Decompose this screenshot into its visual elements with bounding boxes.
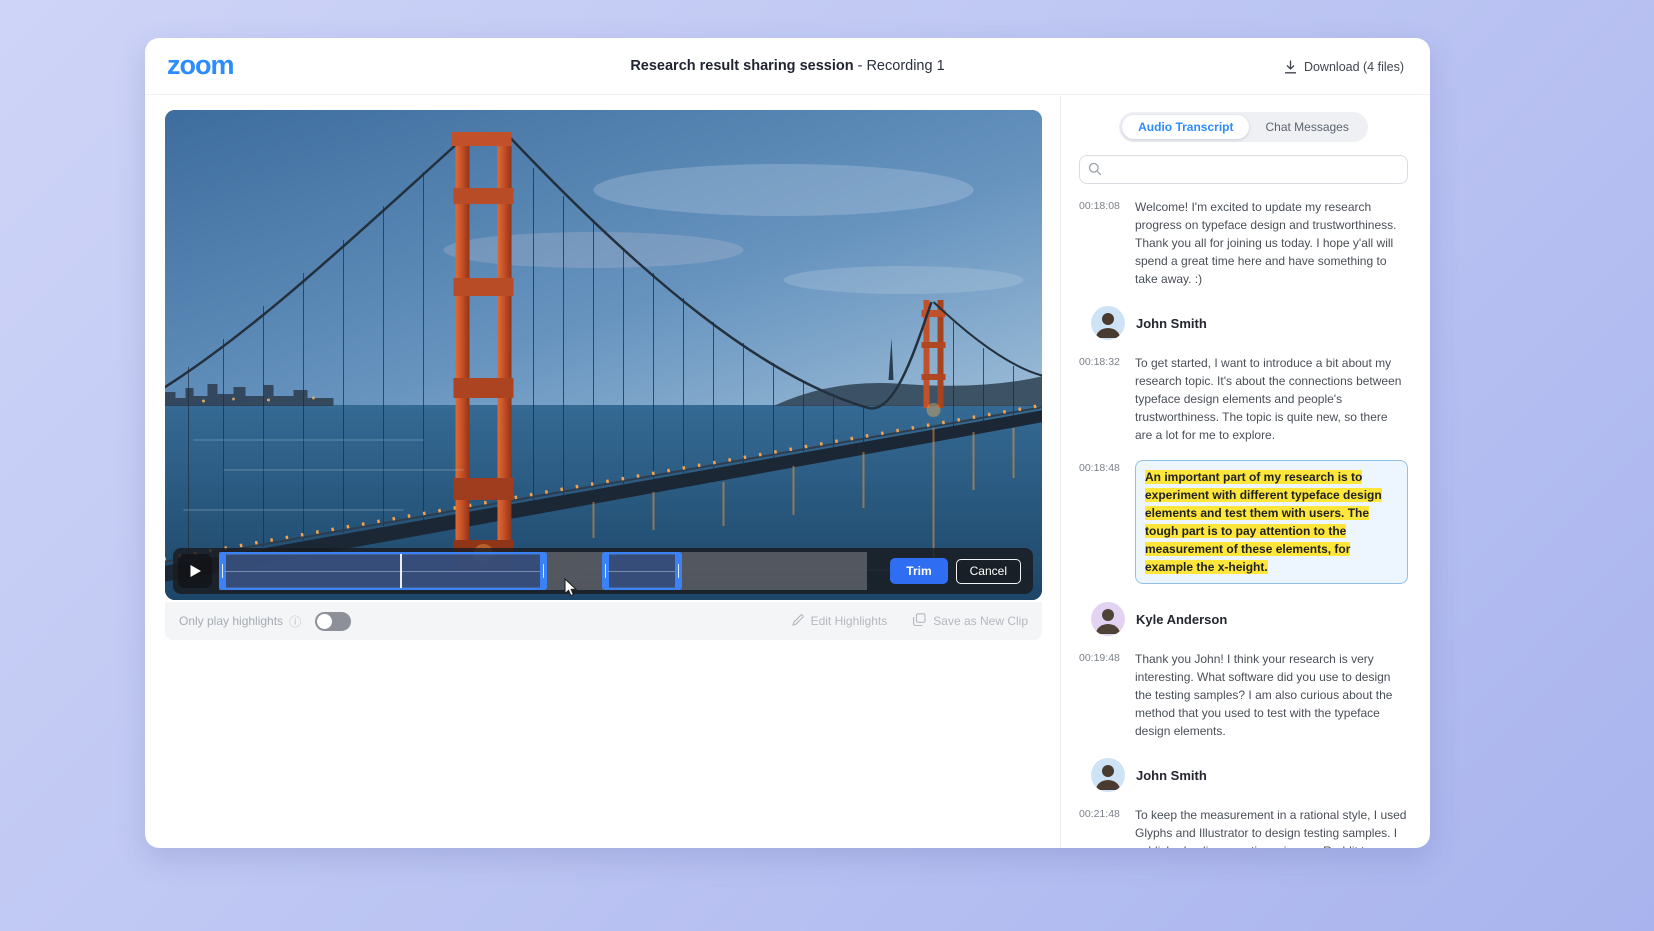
transcript-message[interactable]: 00:18:48 An important part of my research…: [1079, 460, 1408, 584]
transcript-message[interactable]: 00:21:48To keep the measurement in a rat…: [1079, 806, 1408, 848]
avatar: [1091, 602, 1125, 636]
message-text: To keep the measurement in a rational st…: [1135, 806, 1408, 848]
sidebar-tabs: Audio Transcript Chat Messages: [1119, 112, 1368, 142]
speaker-name: Kyle Anderson: [1136, 612, 1227, 627]
segment-filmstrip: [608, 571, 676, 572]
video-player[interactable]: Trim Cancel: [165, 110, 1042, 600]
message-text: Welcome! I'm excited to update my resear…: [1135, 198, 1408, 288]
avatar: [1091, 758, 1125, 792]
search-input[interactable]: [1079, 155, 1408, 184]
tab-audio-transcript[interactable]: Audio Transcript: [1122, 115, 1249, 139]
speaker-name: John Smith: [1136, 768, 1207, 783]
only-play-highlights-label: Only play highlights: [179, 614, 283, 628]
person-icon: [1091, 758, 1125, 792]
only-play-highlights-toggle[interactable]: [315, 612, 351, 631]
page-background: { "app": { "logo_text": "zoom" }, "heade…: [0, 0, 1654, 931]
timestamp: 00:21:48: [1079, 806, 1125, 848]
timestamp: 00:18:48: [1079, 460, 1125, 584]
trim-segment[interactable]: [225, 552, 541, 590]
recording-window: zoom Research result sharing session - R…: [145, 38, 1430, 848]
highlighted-text: An important part of my research is to e…: [1145, 470, 1382, 574]
pencil-icon: [792, 614, 804, 629]
timestamp: 00:18:08: [1079, 198, 1125, 288]
transcript-message[interactable]: 00:18:08Welcome! I'm excited to update m…: [1079, 198, 1408, 288]
speaker-row: John Smith: [1091, 758, 1408, 792]
header: zoom Research result sharing session - R…: [145, 38, 1430, 95]
trim-toolbar: Trim Cancel: [173, 548, 1033, 594]
playhead[interactable]: [400, 554, 402, 588]
download-button[interactable]: Download (4 files): [1284, 38, 1404, 95]
play-button[interactable]: [178, 554, 212, 588]
speaker-row: John Smith: [1091, 306, 1408, 340]
video-frame-golden-gate-bridge: [165, 110, 1042, 600]
transcript-sidebar: Audio Transcript Chat Messages 00:18:08W…: [1060, 96, 1430, 848]
download-label: Download (4 files): [1304, 60, 1404, 74]
trim-button[interactable]: Trim: [890, 558, 947, 584]
timestamp: 00:19:48: [1079, 650, 1125, 740]
speaker-name: John Smith: [1136, 316, 1207, 331]
video-column: Trim Cancel Only play highlights ⓘ: [145, 96, 1060, 848]
segment-handle-right[interactable]: [675, 552, 682, 590]
highlights-bar: Only play highlights ⓘ Edit Highlights: [165, 602, 1042, 640]
save-as-new-clip-button[interactable]: Save as New Clip: [913, 613, 1028, 629]
save-clip-icon: [913, 613, 926, 629]
cancel-button[interactable]: Cancel: [956, 559, 1021, 584]
timestamp: 00:18:32: [1079, 354, 1125, 444]
message-text: Thank you John! I think your research is…: [1135, 650, 1408, 740]
info-icon: ⓘ: [289, 613, 301, 630]
avatar: [1091, 306, 1125, 340]
play-icon: [189, 564, 202, 578]
trim-segment[interactable]: [608, 552, 676, 590]
transcript-message[interactable]: 00:19:48Thank you John! I think your res…: [1079, 650, 1408, 740]
toggle-knob: [317, 614, 332, 629]
person-icon: [1091, 602, 1125, 636]
segment-handle-right[interactable]: [540, 552, 547, 590]
transcript-search: [1079, 155, 1408, 184]
save-as-new-clip-label: Save as New Clip: [933, 614, 1028, 628]
recording-label: - Recording 1: [854, 58, 945, 74]
edit-highlights-label: Edit Highlights: [811, 614, 888, 628]
edit-highlights-button[interactable]: Edit Highlights: [792, 614, 888, 629]
transcript-message[interactable]: 00:18:32To get started, I want to introd…: [1079, 354, 1408, 444]
page-title: Research result sharing session - Record…: [145, 58, 1430, 74]
person-icon: [1091, 306, 1125, 340]
transcript-list: 00:18:08Welcome! I'm excited to update m…: [1079, 198, 1408, 848]
tab-chat-messages[interactable]: Chat Messages: [1249, 115, 1364, 139]
search-icon: [1088, 162, 1102, 181]
download-icon: [1284, 60, 1297, 74]
message-text: An important part of my research is to e…: [1135, 460, 1408, 584]
segment-filmstrip: [225, 571, 541, 572]
session-title: Research result sharing session: [630, 58, 853, 74]
trim-timeline[interactable]: [219, 552, 867, 590]
speaker-row: Kyle Anderson: [1091, 602, 1408, 636]
message-text: To get started, I want to introduce a bi…: [1135, 354, 1408, 444]
